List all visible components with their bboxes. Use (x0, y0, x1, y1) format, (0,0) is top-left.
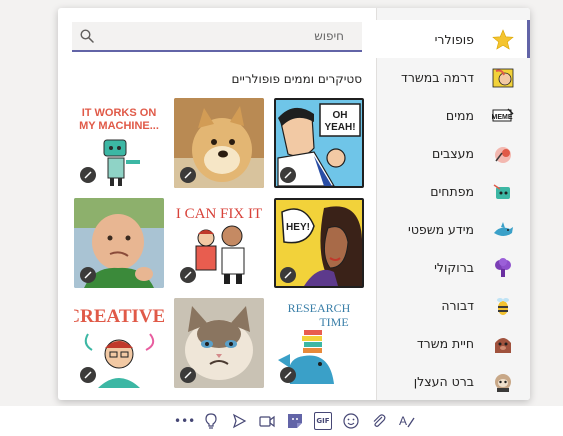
svg-text:I CAN FIX IT: I CAN FIX IT (176, 206, 262, 222)
format-icon[interactable]: A (398, 412, 416, 430)
sticker-doge-meme[interactable] (174, 98, 264, 188)
praise-icon[interactable] (202, 412, 220, 430)
category-label: מפתחים (430, 184, 474, 199)
designer-icon (495, 147, 511, 163)
star-icon (492, 29, 514, 50)
meet-now-icon[interactable] (258, 412, 276, 430)
search-icon (80, 29, 94, 43)
edit-sticker-icon[interactable] (180, 267, 196, 283)
edit-sticker-icon[interactable] (180, 367, 196, 383)
sticker-picker-panel: סטיקרים וממים פופולריים IT WORKS ON MY M… (58, 8, 530, 400)
edit-sticker-icon[interactable] (180, 167, 196, 183)
category-bee[interactable]: דבורה (376, 286, 530, 324)
office-pet-icon (495, 338, 511, 353)
section-title: סטיקרים וממים פופולריים (231, 72, 362, 86)
category-label: פופולרי (434, 32, 474, 47)
sticker-hey[interactable]: HEY! (274, 198, 364, 288)
sloth-icon (495, 374, 511, 392)
sticker-icon[interactable] (286, 412, 304, 430)
edit-sticker-icon[interactable] (80, 167, 96, 183)
category-label: ברוקולי (434, 260, 474, 275)
sticker-success-kid-meme[interactable] (74, 198, 164, 288)
search-box[interactable] (72, 22, 362, 52)
svg-text:TIME: TIME (319, 315, 348, 329)
sticker-content: סטיקרים וממים פופולריים IT WORKS ON MY M… (58, 8, 376, 400)
category-label: דבורה (441, 298, 474, 313)
category-popular[interactable]: פופולרי (376, 20, 530, 58)
meme-icon: MEME (492, 108, 514, 122)
svg-text:OH: OH (333, 110, 348, 121)
broccoli-icon (495, 258, 511, 277)
svg-text:HEY!: HEY! (286, 222, 310, 233)
sticker-categories: פופולרי דרמה במשרד MEME ממים מעצבים מפתח… (376, 8, 530, 400)
sticker-oh-yeah[interactable]: OH YEAH! (274, 98, 364, 188)
category-label: חיית משרד (416, 336, 474, 351)
category-label: מידע משפטי (408, 222, 474, 237)
edit-sticker-icon[interactable] (280, 267, 296, 283)
svg-text:CREATIVE!: CREATIVE! (74, 306, 164, 327)
attach-icon[interactable] (370, 412, 388, 430)
bee-icon (497, 298, 509, 315)
deliver-icon[interactable] (230, 412, 248, 430)
sticker-i-can-fix-it[interactable]: I CAN FIX IT (174, 198, 264, 288)
edit-sticker-icon[interactable] (280, 367, 296, 383)
category-label: ברט העצלן (413, 374, 474, 389)
gif-icon[interactable]: GIF (314, 412, 332, 430)
edit-sticker-icon[interactable] (80, 367, 96, 383)
search-input[interactable] (98, 22, 348, 50)
category-label: ממים (445, 108, 474, 123)
svg-text:MY MACHINE...: MY MACHINE... (79, 120, 159, 132)
emoji-icon[interactable] (342, 412, 360, 430)
category-broccoli[interactable]: ברוקולי (376, 248, 530, 286)
svg-text:A: A (399, 414, 407, 428)
svg-text:YEAH!: YEAH! (324, 122, 355, 133)
edit-sticker-icon[interactable] (280, 167, 296, 183)
category-label: דרמה במשרד (401, 70, 474, 85)
category-developers[interactable]: מפתחים (376, 172, 530, 210)
compose-toolbar: ••• GIF A (0, 406, 563, 436)
category-label: מעצבים (431, 146, 474, 161)
sticker-grumpy-cat-meme[interactable] (174, 298, 264, 388)
sticker-creative[interactable]: CREATIVE! (74, 298, 164, 388)
category-sloth[interactable]: ברט העצלן (376, 362, 530, 400)
sticker-it-works-on-my-machine[interactable]: IT WORKS ON MY MACHINE... (74, 98, 164, 188)
category-legal[interactable]: מידע משפטי (376, 210, 530, 248)
category-memes[interactable]: MEME ממים (376, 96, 530, 134)
category-designers[interactable]: מעצבים (376, 134, 530, 172)
more-options-icon[interactable]: ••• (174, 412, 195, 430)
svg-text:IT WORKS ON: IT WORKS ON (82, 107, 157, 119)
sticker-research-time[interactable]: RESEARCH TIME (274, 298, 364, 388)
legal-shark-icon (494, 222, 513, 236)
edit-sticker-icon[interactable] (80, 267, 96, 283)
category-office-pet[interactable]: חיית משרד (376, 324, 530, 362)
svg-text:MEME: MEME (492, 114, 513, 121)
developer-icon (493, 184, 510, 199)
svg-text:RESEARCH: RESEARCH (288, 301, 351, 315)
office-drama-icon (492, 68, 514, 88)
category-office-drama[interactable]: דרמה במשרד (376, 58, 530, 96)
